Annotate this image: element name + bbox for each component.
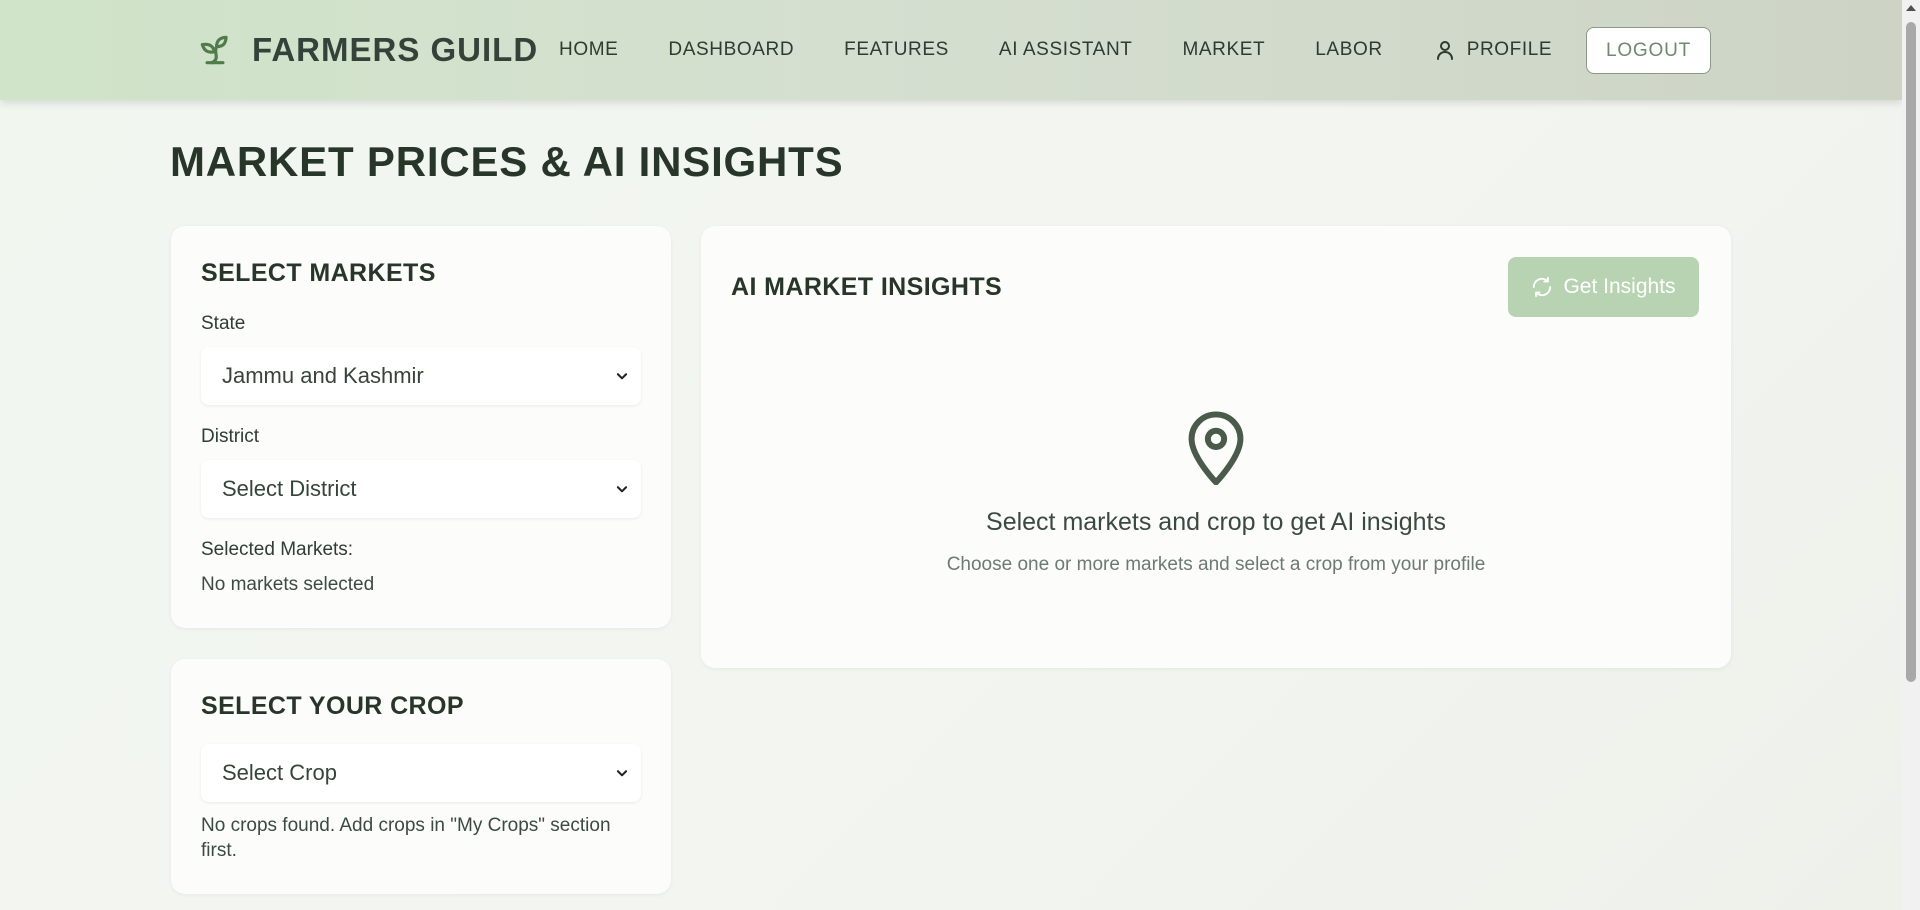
map-pin-icon <box>1188 411 1244 485</box>
no-crops-message: No crops found. Add crops in "My Crops" … <box>201 815 611 861</box>
chevron-down-icon <box>616 770 628 777</box>
nav-profile[interactable]: PROFILE <box>1433 38 1553 62</box>
get-insights-label: Get Insights <box>1563 275 1676 298</box>
district-label: District <box>201 426 260 447</box>
district-select[interactable]: Select District <box>201 460 641 518</box>
select-markets-card: SELECT MARKETS State Jammu and Kashmir D… <box>171 226 671 628</box>
empty-state-subtitle: Choose one or more markets and select a … <box>946 554 1486 575</box>
empty-state-title: Select markets and crop to get AI insigh… <box>986 508 1446 536</box>
select-markets-title: SELECT MARKETS <box>201 259 436 287</box>
refresh-icon <box>1533 276 1552 298</box>
main-nav: HOME DASHBOARD FEATURES AI ASSISTANT MAR… <box>559 0 1602 100</box>
state-select-value: Jammu and Kashmir <box>222 363 424 388</box>
select-crop-title: SELECT YOUR CROP <box>201 692 464 720</box>
top-navbar: FARMERS GUILD HOME DASHBOARD FEATURES AI… <box>0 0 1902 100</box>
page-scrollbar[interactable] <box>1902 0 1920 910</box>
nav-home[interactable]: HOME <box>559 39 618 61</box>
state-label: State <box>201 313 246 334</box>
ai-insights-card: AI MARKET INSIGHTS Get Insights Select m… <box>701 226 1731 668</box>
crop-select-value: Select Crop <box>222 760 337 785</box>
chevron-down-icon <box>616 486 628 493</box>
page-title: MARKET PRICES & AI INSIGHTS <box>170 138 844 185</box>
nav-profile-label: PROFILE <box>1466 39 1553 60</box>
select-crop-card: SELECT YOUR CROP Select Crop No crops fo… <box>171 659 671 894</box>
nav-dashboard[interactable]: DASHBOARD <box>668 39 794 61</box>
nav-labor[interactable]: LABOR <box>1315 39 1382 61</box>
get-insights-button[interactable]: Get Insights <box>1508 257 1699 317</box>
selected-markets-label: Selected Markets: <box>201 539 354 560</box>
scrollbar-thumb[interactable] <box>1906 22 1916 682</box>
crop-select[interactable]: Select Crop <box>201 744 641 802</box>
logout-button[interactable]: LOGOUT <box>1586 27 1711 74</box>
sprout-icon <box>200 35 228 65</box>
state-select[interactable]: Jammu and Kashmir <box>201 347 641 405</box>
scroll-up-arrow-icon[interactable] <box>1906 5 1916 11</box>
nav-ai-assistant[interactable]: AI ASSISTANT <box>999 39 1133 61</box>
brand-logo[interactable]: FARMERS GUILD <box>196 27 538 73</box>
selected-markets-value: No markets selected <box>201 574 375 595</box>
brand-name: FARMERS GUILD <box>252 31 539 68</box>
nav-market[interactable]: MARKET <box>1182 39 1265 61</box>
user-icon <box>1436 41 1453 60</box>
district-select-value: Select District <box>222 476 357 501</box>
nav-features[interactable]: FEATURES <box>844 39 949 61</box>
chevron-down-icon <box>616 373 628 380</box>
ai-insights-title: AI MARKET INSIGHTS <box>731 273 1003 301</box>
